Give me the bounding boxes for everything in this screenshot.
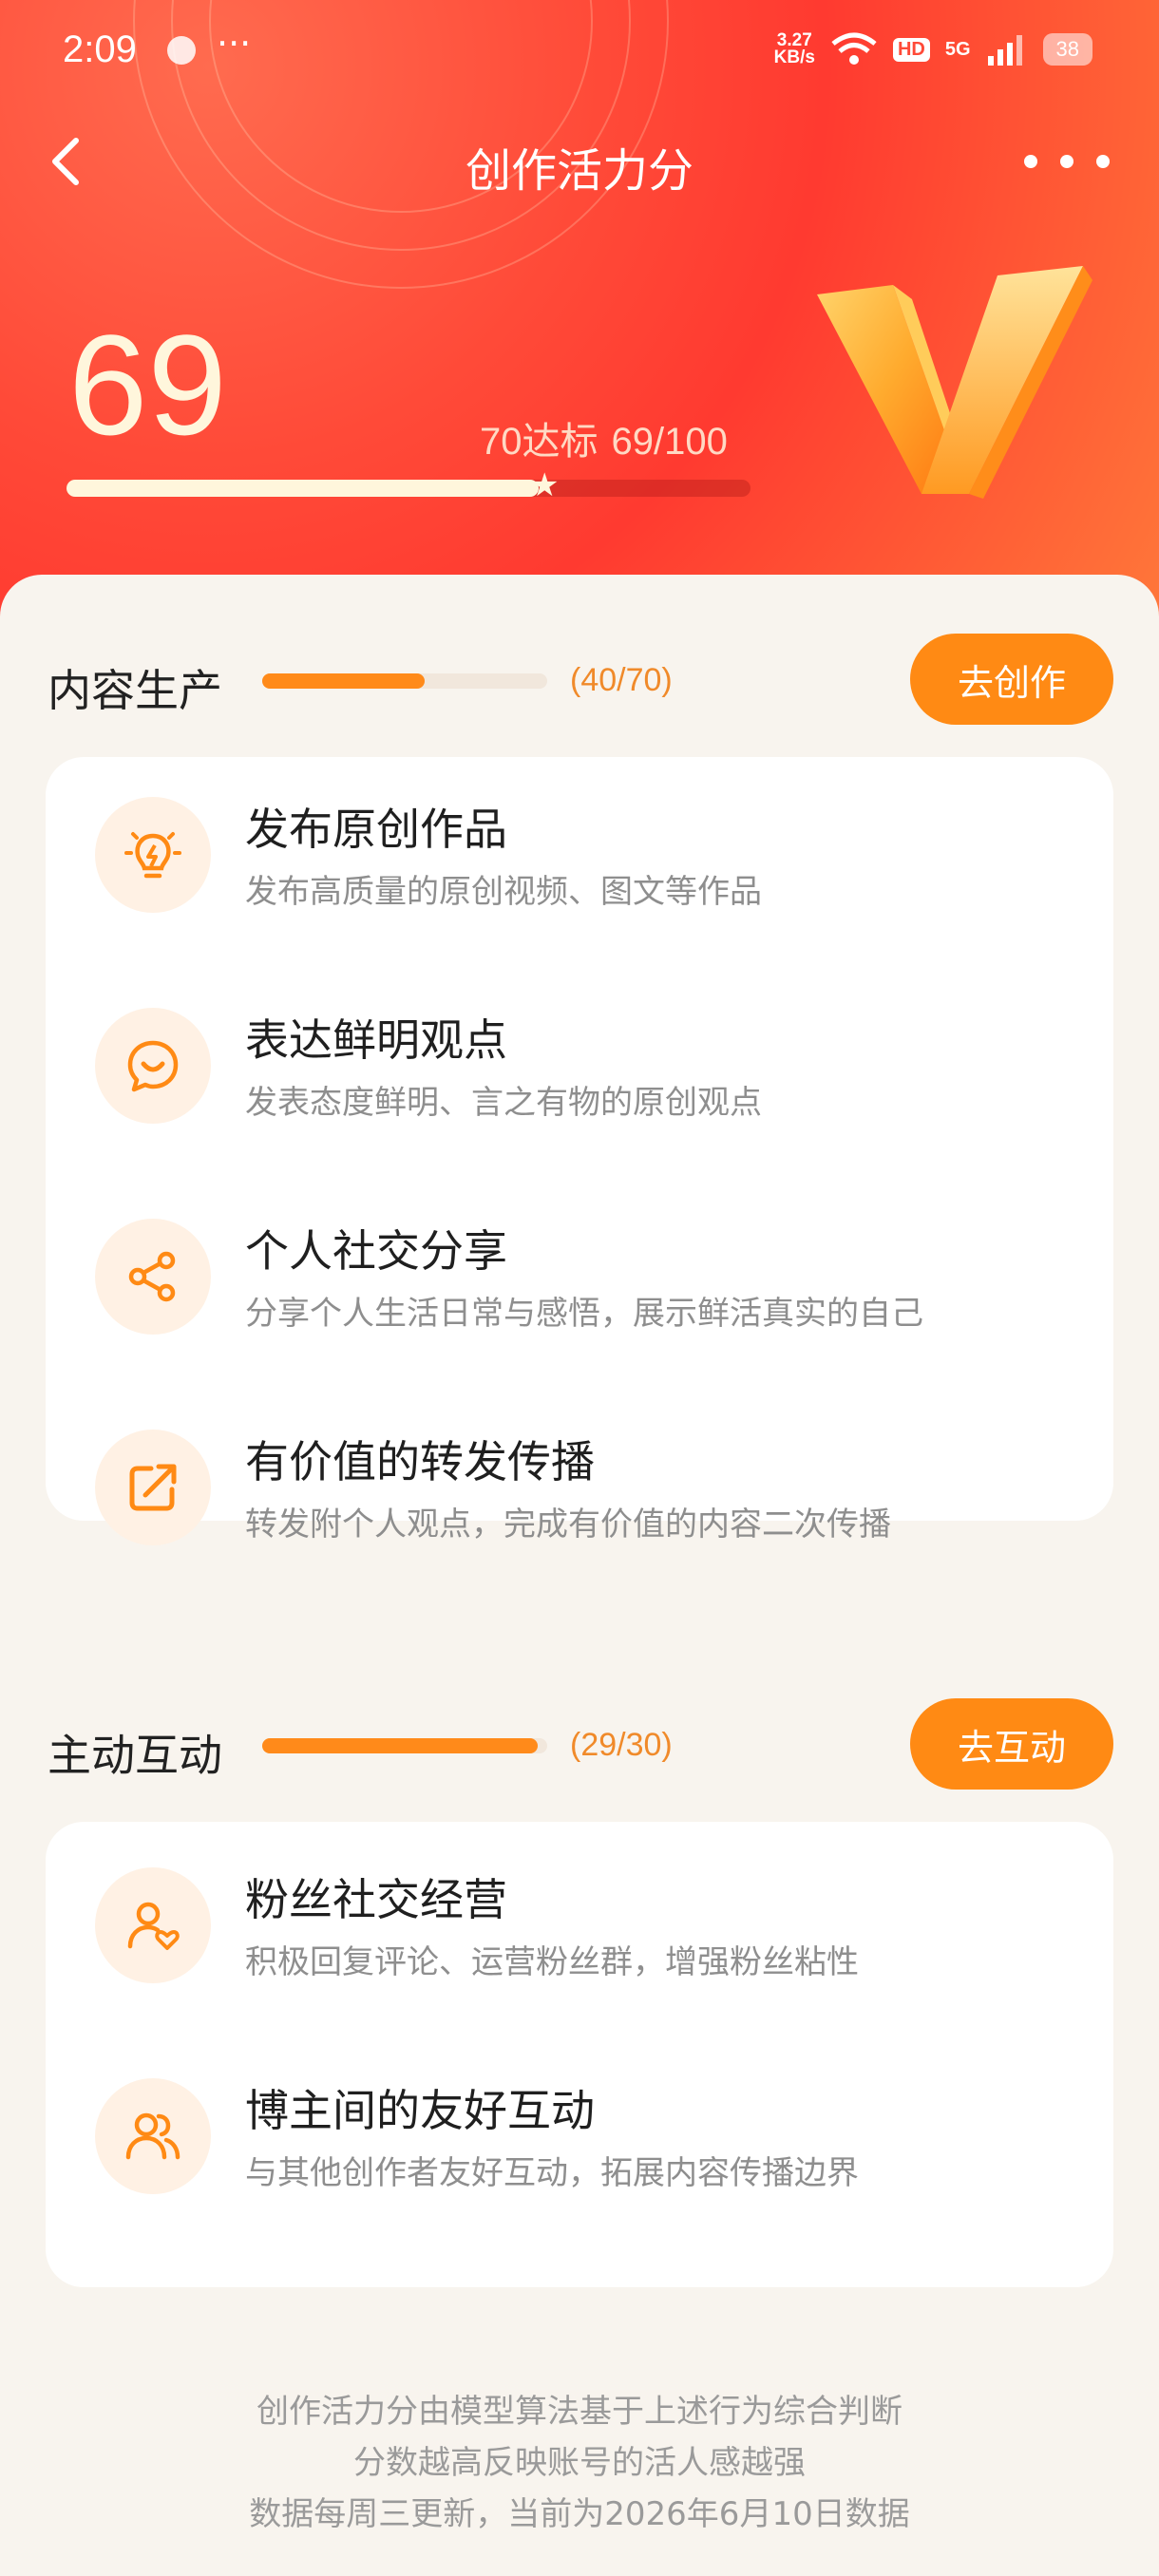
battery-indicator: 38 [1042, 33, 1092, 66]
item-title: 个人社交分享 [245, 1225, 507, 1277]
item-desc: 发布高质量的原创视频、图文等作品 [245, 873, 762, 911]
list-item[interactable]: 博主间的友好互动 与其他创作者友好互动，拓展内容传播边界 [46, 2038, 1113, 2228]
more-notifications: ··· [217, 23, 252, 65]
go-create-button[interactable]: 去创作 [910, 634, 1113, 725]
footer-note: 创作活力分由模型算法基于上述行为综合判断 分数越高反映账号的活人感越强 数据每周… [0, 2386, 1159, 2540]
score-progress-fill [66, 480, 539, 497]
chat-bubble-icon [127, 1040, 179, 1092]
lightbulb-icon [124, 832, 181, 879]
signal-icon [987, 35, 1022, 66]
nav-bar: 创作活力分 [0, 123, 1159, 199]
share-icon [128, 1251, 176, 1302]
section-header-active-interaction: 主动互动 (29/30) 去互动 [48, 1698, 1113, 1793]
item-title: 发布原创作品 [245, 804, 507, 855]
item-title: 博主间的友好互动 [245, 2085, 595, 2136]
item-title: 有价值的转发传播 [245, 1436, 595, 1487]
section-progress-fill [262, 673, 426, 689]
active-interaction-card: 粉丝社交经营 积极回复评论、运营粉丝群，增强粉丝粘性 博主间的友好互动 与其他创… [46, 1822, 1113, 2287]
list-item[interactable]: 个人社交分享 分享个人生活日常与感悟，展示鲜活真实的自己 [46, 1179, 1113, 1369]
item-title: 表达鲜明观点 [245, 1014, 507, 1066]
item-desc: 发表态度鲜明、言之有物的原创观点 [245, 1084, 762, 1122]
list-item[interactable]: 发布原创作品 发布高质量的原创视频、图文等作品 [46, 757, 1113, 947]
hd-badge: HD [892, 37, 930, 62]
item-desc: 分享个人生活日常与感悟，展示鲜活真实的自己 [245, 1295, 923, 1333]
v-logo-icon [817, 266, 1092, 499]
more-options-icon[interactable] [1024, 133, 1110, 190]
section-progress-bar [262, 1738, 547, 1753]
footer-line: 数据每周三更新，当前为2026年6月10日数据 [249, 2495, 910, 2533]
score-progress-bar: ★ [66, 466, 750, 504]
list-item[interactable]: 表达鲜明观点 发表态度鲜明、言之有物的原创观点 [46, 968, 1113, 1158]
item-desc: 积极回复评论、运营粉丝群，增强粉丝粘性 [245, 1943, 859, 1981]
footer-line: 创作活力分由模型算法基于上述行为综合判断 [256, 2393, 902, 2431]
section-count: (40/70) [570, 662, 673, 698]
section-count: (29/30) [570, 1727, 673, 1763]
header-banner: 2:09 ··· 3.27 KB/s HD 5G 38 创作活力分 69 70达… [0, 0, 1159, 665]
network-speed: 3.27 KB/s [773, 30, 815, 67]
page-title: 创作活力分 [465, 144, 694, 198]
status-bar: 2:09 ··· 3.27 KB/s HD 5G 38 [0, 23, 1159, 74]
score-target: 70达标 69/100 [480, 421, 728, 463]
go-interact-button[interactable]: 去互动 [910, 1698, 1113, 1790]
wifi-icon [831, 32, 877, 65]
status-time: 2:09 [63, 28, 137, 70]
section-header-content-production: 内容生产 (40/70) 去创作 [48, 634, 1113, 729]
section-progress-bar [262, 673, 547, 689]
footer-line: 分数越高反映账号的活人感越强 [353, 2444, 806, 2482]
content-production-card: 发布原创作品 发布高质量的原创视频、图文等作品 表达鲜明观点 发表态度鲜明、言之… [46, 757, 1113, 1545]
section-progress-fill [262, 1738, 539, 1753]
section-title: 主动互动 [48, 1730, 222, 1781]
content-sheet: 内容生产 (40/70) 去创作 发布原创作品 发布高质量的原创视频、图文等作品 [0, 575, 1159, 2576]
item-title: 粉丝社交经营 [245, 1874, 507, 1925]
list-item[interactable]: 粉丝社交经营 积极回复评论、运营粉丝群，增强粉丝粘性 [46, 1828, 1113, 2017]
item-desc: 转发附个人观点，完成有价值的内容二次传播 [245, 1506, 891, 1544]
notification-icon [167, 36, 196, 65]
users-icon [125, 2112, 180, 2160]
forward-icon [129, 1464, 177, 1511]
fan-heart-icon [127, 1902, 180, 1950]
target-star-icon: ★ [530, 466, 560, 504]
list-item[interactable]: 有价值的转发传播 转发附个人观点，完成有价值的内容二次传播 [46, 1390, 1113, 1580]
item-desc: 与其他创作者友好互动，拓展内容传播边界 [245, 2154, 859, 2192]
network-type: 5G [944, 38, 971, 60]
score-value: 69 [68, 305, 227, 464]
section-title: 内容生产 [48, 665, 222, 716]
